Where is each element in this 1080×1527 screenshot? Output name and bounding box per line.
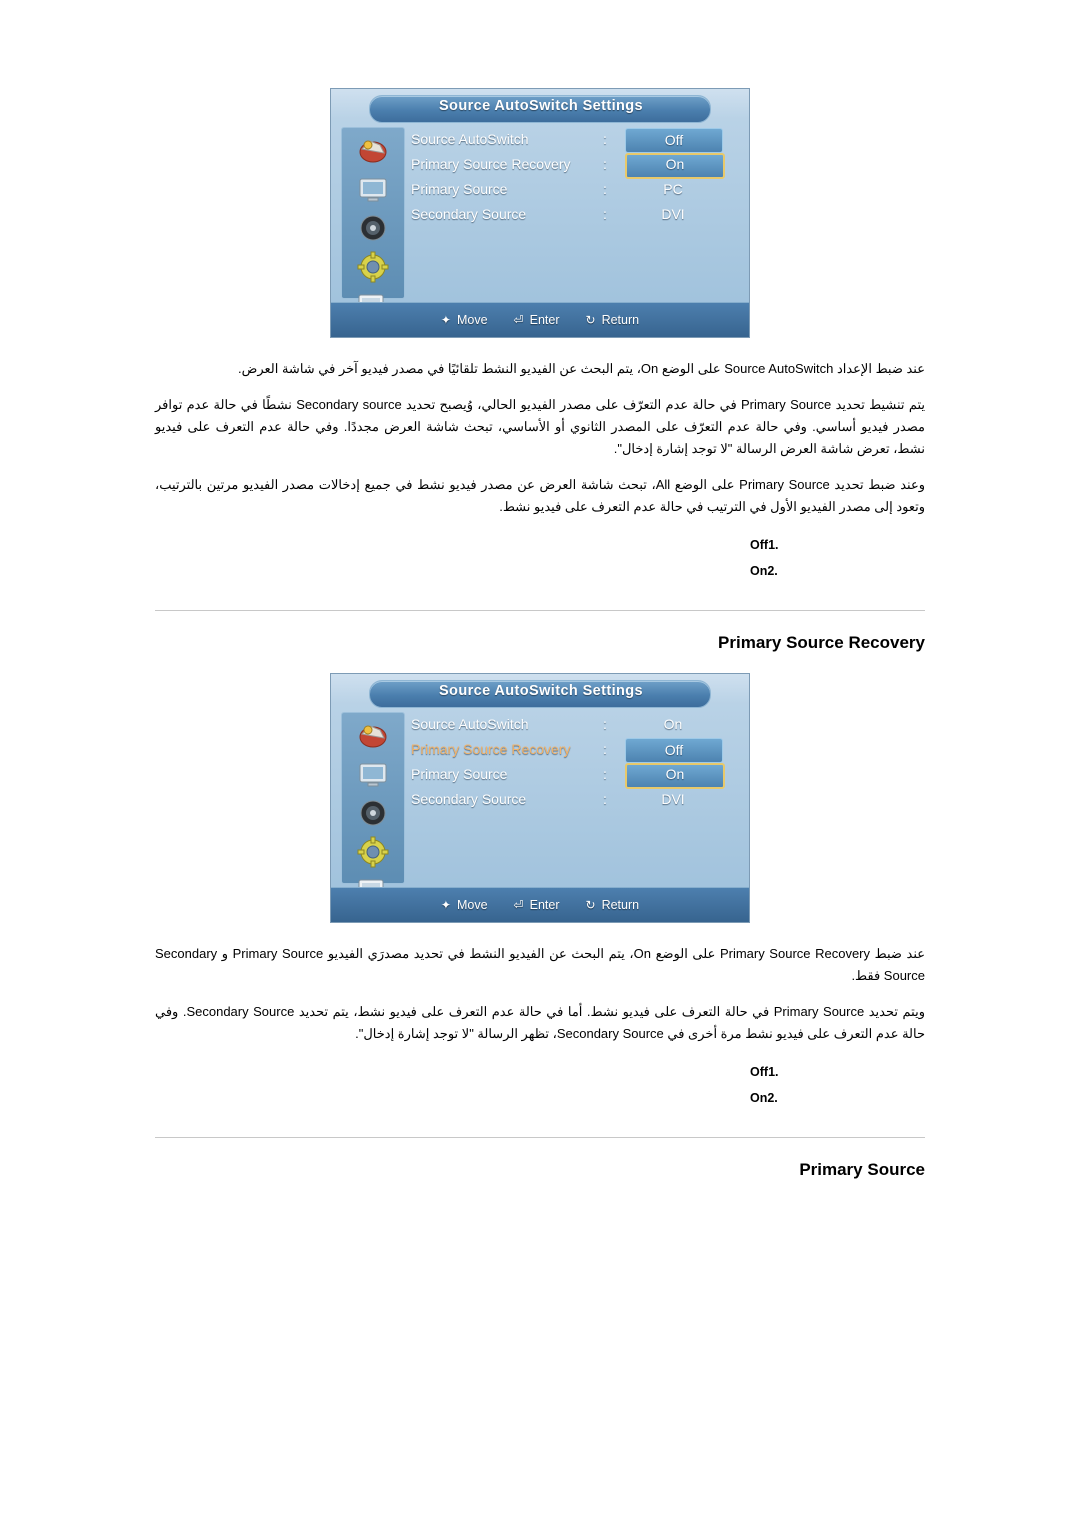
option-number: 2. — [767, 564, 778, 578]
osd-row-value[interactable]: On — [625, 712, 721, 737]
osd-row-label: Primary Source — [411, 181, 508, 197]
osd-row-value-selected[interactable]: On — [625, 763, 725, 789]
option-number: 1. — [768, 1065, 779, 1079]
osd-row-value[interactable]: Off — [625, 128, 723, 153]
osd-row-value[interactable]: Off — [625, 738, 723, 763]
osd-footer-2: ✦ Move ⏎ Enter ↻ Return — [331, 887, 749, 922]
setup-icon[interactable] — [350, 250, 396, 284]
osd-row-colon: : — [603, 766, 607, 782]
section2-paragraph-1: عند ضبط Primary Source Recovery على الوض… — [155, 946, 926, 983]
osd-icon-column-2 — [341, 712, 405, 905]
osd-row-label: Primary Source — [411, 766, 508, 782]
osd-icon-column-1 — [341, 127, 405, 320]
setup-icon[interactable] — [350, 835, 396, 869]
list-item: Off1. — [750, 1059, 870, 1085]
section1-paragraph-2: يتم تنشيط تحديد Primary Source في حالة ع… — [155, 397, 926, 456]
osd-row-secondary-source[interactable]: Secondary Source : DVI — [411, 202, 739, 227]
osd-row-colon: : — [603, 791, 607, 807]
sound-icon[interactable] — [350, 211, 396, 245]
osd-row-colon: : — [603, 156, 607, 172]
osd-panel-1: Source AutoSwitch Settings Source AutoSw… — [330, 88, 750, 338]
footer-move[interactable]: ✦ Move — [441, 898, 488, 912]
monitor-icon[interactable] — [350, 172, 396, 206]
picture-icon[interactable] — [350, 718, 396, 752]
osd-panel-2: Source AutoSwitch Settings Source AutoSw… — [330, 673, 750, 923]
option-label: Off — [750, 538, 769, 552]
osd-row-colon: : — [603, 716, 607, 732]
option-number: 2. — [767, 1091, 778, 1105]
option-label: On — [750, 1091, 768, 1105]
divider-2 — [155, 1137, 925, 1138]
osd-row-label: Secondary Source — [411, 791, 527, 807]
osd-row-source-autoswitch[interactable]: Source AutoSwitch : Off — [411, 127, 739, 153]
osd-row-primary-source-recovery[interactable]: Primary Source Recovery : Off — [411, 737, 739, 763]
enter-icon: ⏎ — [513, 898, 524, 912]
footer-enter-label: Enter — [529, 313, 560, 327]
osd-row-value[interactable]: DVI — [625, 202, 721, 227]
footer-move-label: Move — [456, 313, 488, 327]
sound-icon[interactable] — [350, 796, 396, 830]
section2-paragraph-2: ويتم تحديد Primary Source في حالة التعرف… — [155, 1004, 925, 1041]
option-number: 1. — [768, 538, 779, 552]
osd-row-label: Source AutoSwitch — [411, 131, 529, 147]
osd-footer-1: ✦ Move ⏎ Enter ↻ Return — [331, 302, 749, 337]
section1-options: Off1. On2. — [750, 532, 870, 584]
move-icon: ✦ — [440, 313, 451, 327]
option-label: On — [750, 564, 768, 578]
section1-paragraph-1: عند ضبط الإعداد Source AutoSwitch على ال… — [238, 361, 925, 376]
return-icon: ↻ — [585, 898, 596, 912]
footer-return-label: Return — [601, 313, 640, 327]
monitor-icon[interactable] — [350, 757, 396, 791]
osd-row-value[interactable]: DVI — [625, 787, 721, 812]
osd-row-label: Source AutoSwitch — [411, 716, 529, 732]
return-icon: ↻ — [585, 313, 596, 327]
osd-row-primary-source[interactable]: Primary Source : PC — [411, 177, 739, 202]
osd-screenshot-2: Source AutoSwitch Settings Source AutoSw… — [330, 673, 750, 923]
osd-row-value-selected[interactable]: On — [625, 153, 725, 179]
divider-1 — [155, 610, 925, 611]
osd-screenshot-1: Source AutoSwitch Settings Source AutoSw… — [330, 0, 750, 338]
list-item: Off1. — [750, 532, 870, 558]
osd-row-secondary-source[interactable]: Secondary Source : DVI — [411, 787, 739, 812]
footer-move[interactable]: ✦ Move — [441, 313, 488, 327]
osd-rows-1: Source AutoSwitch : Off Primary Source R… — [411, 127, 739, 299]
section1-paragraph-3: وعند ضبط تحديد Primary Source على الوضع … — [155, 477, 925, 514]
osd-row-source-autoswitch[interactable]: Source AutoSwitch : On — [411, 712, 739, 737]
list-item: On2. — [750, 558, 870, 584]
footer-enter[interactable]: ⏎ Enter — [514, 898, 560, 912]
footer-return-label: Return — [601, 898, 640, 912]
osd-row-primary-source-recovery[interactable]: Primary Source Recovery : On — [411, 152, 739, 179]
list-item: On2. — [750, 1085, 870, 1111]
osd-rows-2: Source AutoSwitch : On Primary Source Re… — [411, 712, 739, 884]
footer-move-label: Move — [456, 898, 488, 912]
osd-row-label: Primary Source Recovery — [411, 741, 571, 757]
footer-enter[interactable]: ⏎ Enter — [514, 313, 560, 327]
osd-row-primary-source[interactable]: Primary Source : On — [411, 762, 739, 789]
osd-title: Source AutoSwitch Settings — [438, 683, 644, 699]
move-icon: ✦ — [440, 898, 451, 912]
osd-title: Source AutoSwitch Settings — [438, 98, 644, 114]
footer-return[interactable]: ↻ Return — [586, 898, 640, 912]
page: Source AutoSwitch Settings Source AutoSw… — [0, 0, 1080, 1527]
option-label: Off — [750, 1065, 769, 1079]
osd-row-colon: : — [603, 181, 607, 197]
enter-icon: ⏎ — [513, 313, 524, 327]
heading-primary-source-recovery: Primary Source Recovery — [718, 633, 925, 652]
section2-options: Off1. On2. — [750, 1059, 870, 1111]
osd-row-colon: : — [603, 741, 607, 757]
footer-return[interactable]: ↻ Return — [586, 313, 640, 327]
osd-row-colon: : — [603, 131, 607, 147]
osd-row-colon: : — [603, 206, 607, 222]
osd-row-label: Secondary Source — [411, 206, 527, 222]
heading-primary-source: Primary Source — [799, 1160, 925, 1179]
osd-row-label: Primary Source Recovery — [411, 156, 571, 172]
osd-row-value[interactable]: PC — [625, 177, 721, 202]
picture-icon[interactable] — [350, 133, 396, 167]
footer-enter-label: Enter — [529, 898, 560, 912]
